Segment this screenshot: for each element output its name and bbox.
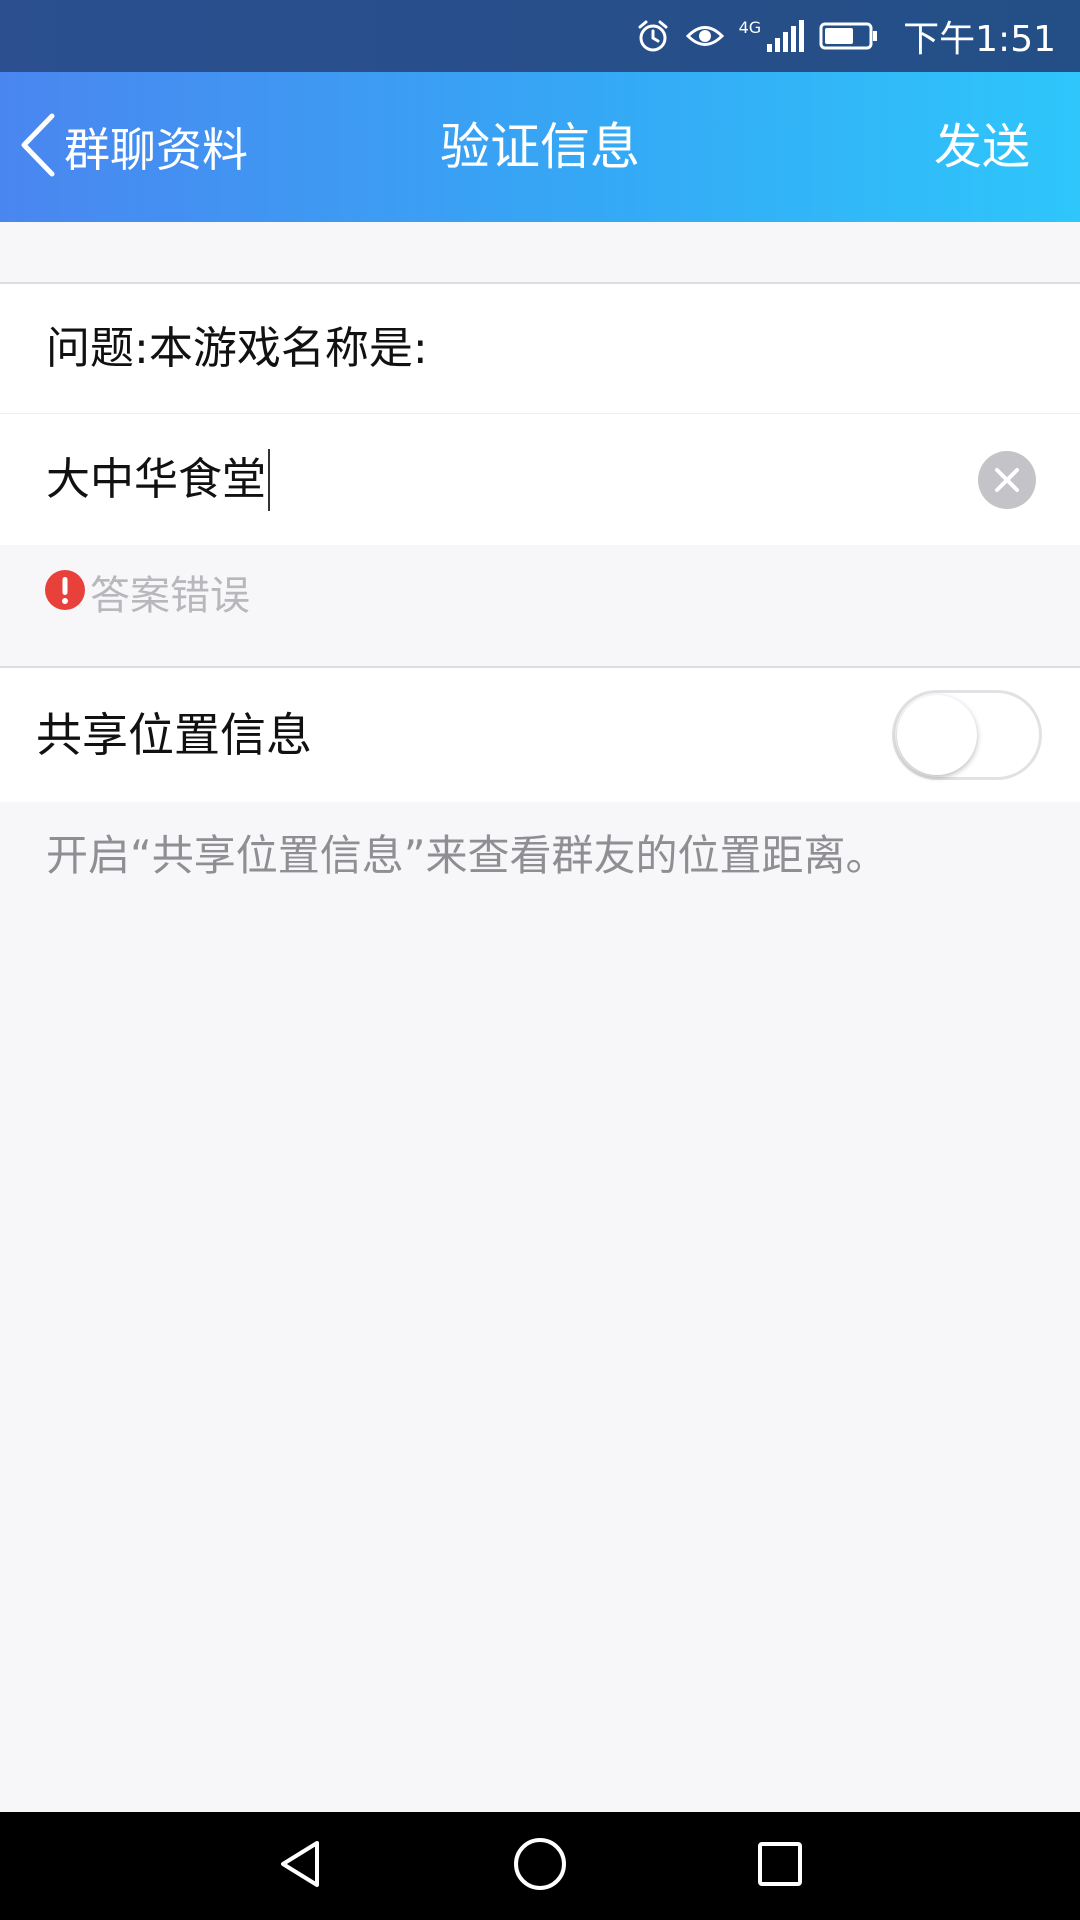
eye-icon (685, 21, 725, 51)
chevron-left-icon (14, 110, 60, 184)
navigation-bar (0, 1812, 1080, 1920)
nav-back-button[interactable] (240, 1812, 360, 1920)
status-icons: 4G 下午1:51 (635, 0, 1056, 72)
toggle-knob (897, 695, 977, 775)
share-location-row: 共享位置信息 (0, 668, 1080, 802)
error-text: 答案错误 (90, 573, 250, 619)
question-text: 问题:本游戏名称是: (46, 323, 428, 374)
title-bar: 群聊资料 验证信息 发送 (0, 72, 1080, 222)
error-message: 答案错误 (44, 568, 250, 619)
close-icon (978, 468, 1036, 513)
share-location-toggle[interactable] (892, 690, 1042, 780)
share-location-hint: 开启“共享位置信息”来查看群友的位置距离。 (46, 831, 888, 880)
answer-input[interactable]: 大中华食堂 (46, 414, 270, 545)
recents-square-icon (755, 1839, 805, 1893)
clear-button[interactable] (978, 451, 1036, 509)
status-time: 下午1:51 (903, 19, 1056, 60)
back-button[interactable]: 群聊资料 (14, 72, 248, 222)
signal-icon: 4G (739, 18, 806, 54)
send-button[interactable]: 发送 (934, 72, 1030, 222)
status-bar: 4G 下午1:51 (0, 0, 1080, 72)
question-row: 问题:本游戏名称是: (0, 284, 1080, 414)
text-caret (268, 448, 270, 511)
nav-recents-button[interactable] (720, 1812, 840, 1920)
share-location-label: 共享位置信息 (36, 708, 312, 762)
answer-value: 大中华食堂 (46, 454, 266, 505)
answer-row[interactable]: 大中华食堂 (0, 414, 1080, 545)
alarm-icon (635, 18, 671, 54)
home-circle-icon (512, 1836, 568, 1896)
nav-home-button[interactable] (480, 1812, 600, 1920)
back-triangle-icon (273, 1837, 327, 1895)
warning-icon (44, 569, 86, 615)
screen: 4G 下午1:51 群聊资料 验证信息 发送 问题:本游戏名称是: 大中华食堂 … (0, 0, 1080, 1920)
back-label: 群聊资料 (64, 123, 248, 177)
battery-icon (819, 21, 879, 51)
network-label: 4G (738, 18, 762, 37)
